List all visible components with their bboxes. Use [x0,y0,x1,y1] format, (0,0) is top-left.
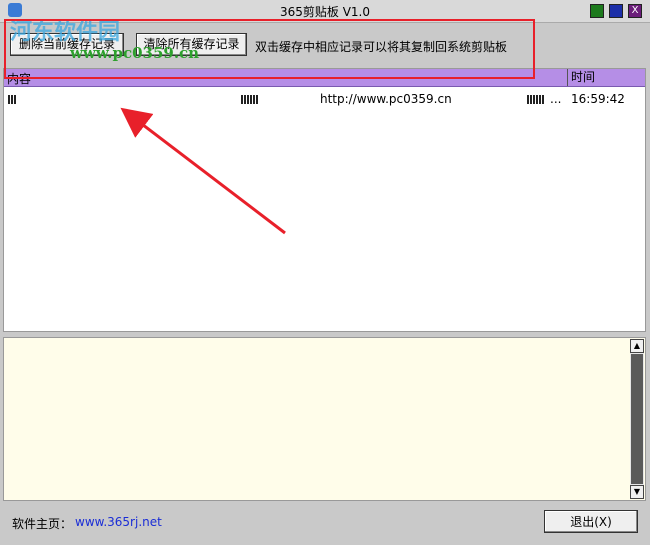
detail-scrollbar[interactable]: ▲ ▼ [630,339,644,499]
close-button[interactable]: X [628,4,642,18]
row-time: 16:59:42 [571,92,625,106]
column-header-time[interactable]: 时间 [567,69,645,86]
exit-button[interactable]: 退出(X) [544,510,638,533]
garbled-text-icon [527,95,545,104]
scroll-down-icon[interactable]: ▼ [630,485,644,499]
garbled-text-icon [8,95,16,104]
homepage-link[interactable]: www.365rj.net [75,515,162,529]
maximize-button[interactable] [609,4,623,18]
scroll-up-icon[interactable]: ▲ [630,339,644,353]
detail-textarea[interactable]: ▲ ▼ [3,337,646,501]
garbled-text-icon [241,95,259,104]
title-bar: 365剪贴板 V1.0 X [0,0,650,23]
list-row[interactable]: http://www.pc0359.cn ... 16:59:42 [4,91,645,109]
minimize-button[interactable] [590,4,604,18]
hint-text: 双击缓存中相应记录可以将其复制回系统剪贴板 [255,40,508,54]
row-content-url: http://www.pc0359.cn [320,92,452,106]
clipboard-list[interactable]: 内容 时间 http://www.pc0359.cn ... 16:59:42 [3,68,646,332]
homepage-label: 软件主页： [12,517,73,531]
row-ellipsis: ... [550,92,562,106]
list-header: 内容 时间 [4,69,645,87]
delete-current-button[interactable]: 删除当前缓存记录 [10,33,124,56]
clear-all-button[interactable]: 清除所有缓存记录 [136,33,247,56]
scroll-track[interactable] [631,354,643,484]
column-header-content[interactable]: 内容 [7,70,31,87]
window-title: 365剪贴板 V1.0 [279,5,370,19]
